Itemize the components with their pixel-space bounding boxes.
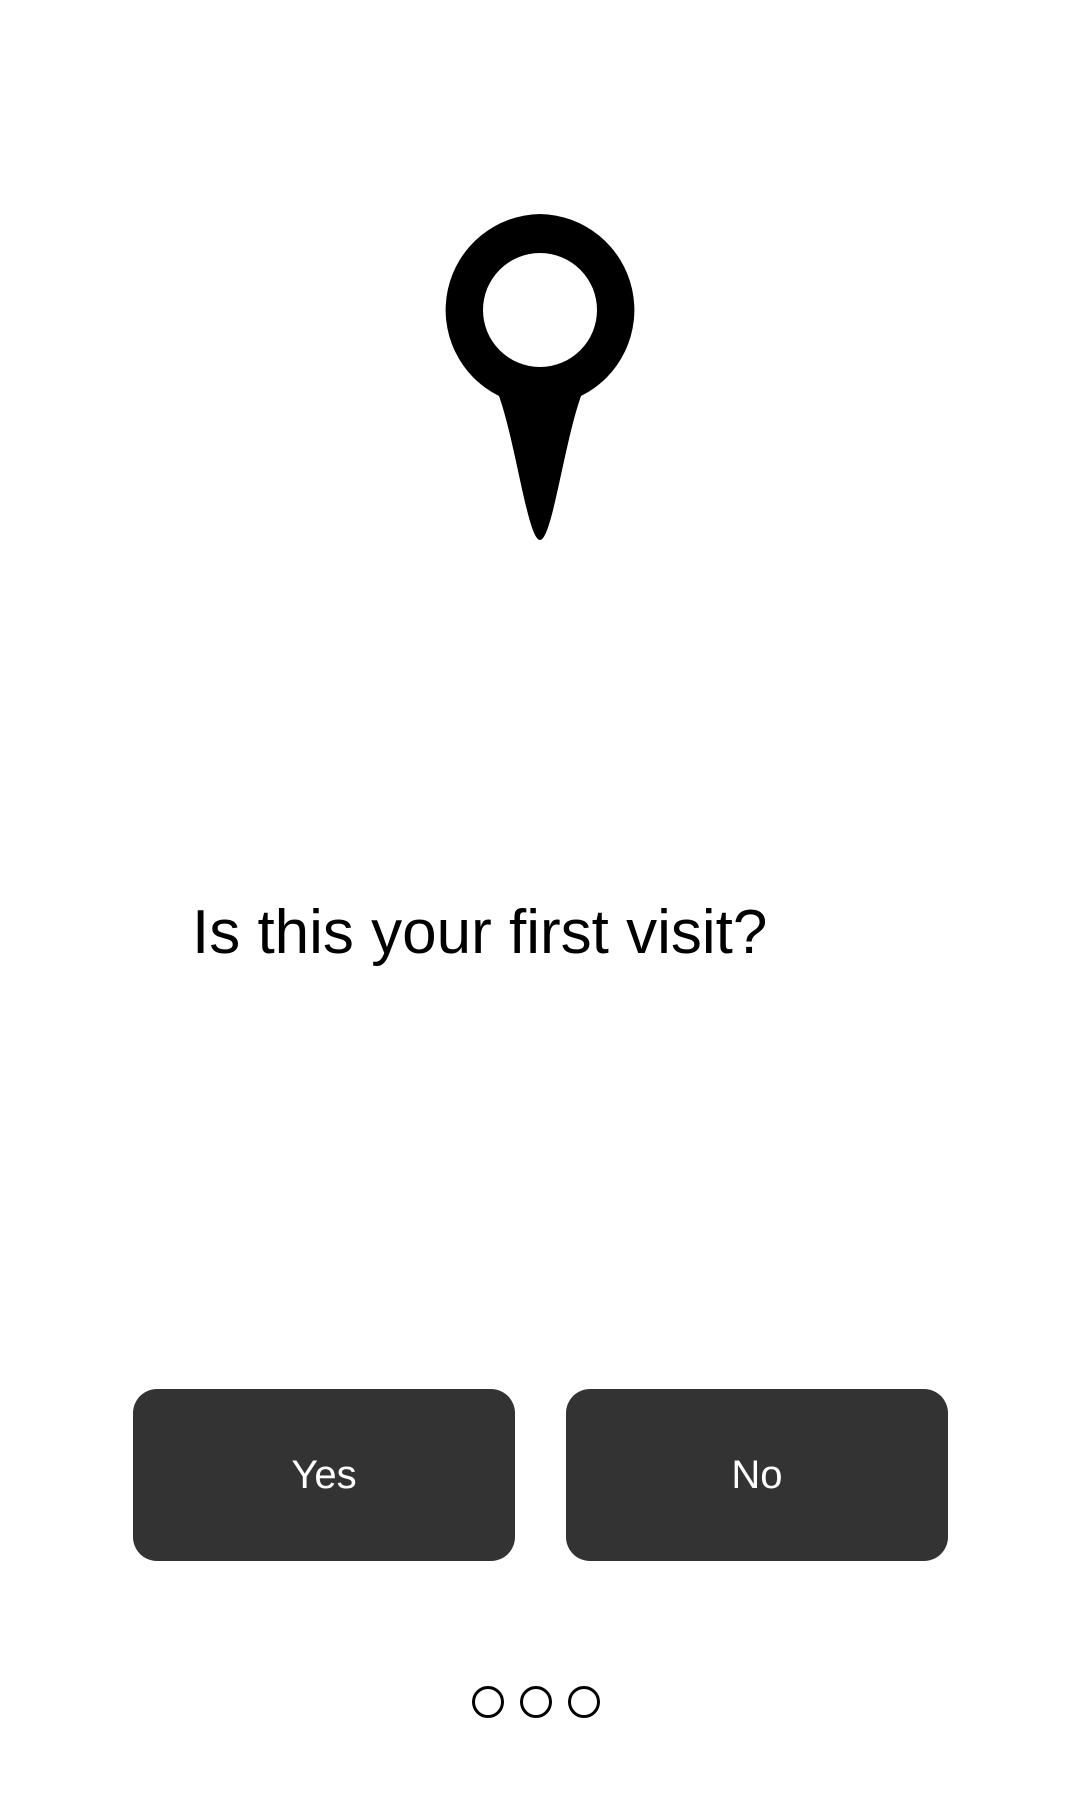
- yes-button[interactable]: Yes: [133, 1389, 515, 1561]
- no-button[interactable]: No: [566, 1389, 948, 1561]
- map-pin-icon: [445, 214, 635, 540]
- page-indicator-dot-2[interactable]: [520, 1686, 552, 1718]
- yes-button-label: Yes: [291, 1452, 357, 1497]
- first-visit-screen: Is this your first visit? Yes No: [0, 0, 1080, 1800]
- page-indicator-dot-3[interactable]: [568, 1686, 600, 1718]
- page-indicator: [472, 1686, 600, 1718]
- no-button-label: No: [731, 1452, 783, 1497]
- question-text: Is this your first visit?: [192, 898, 768, 967]
- page-indicator-dot-1[interactable]: [472, 1686, 504, 1718]
